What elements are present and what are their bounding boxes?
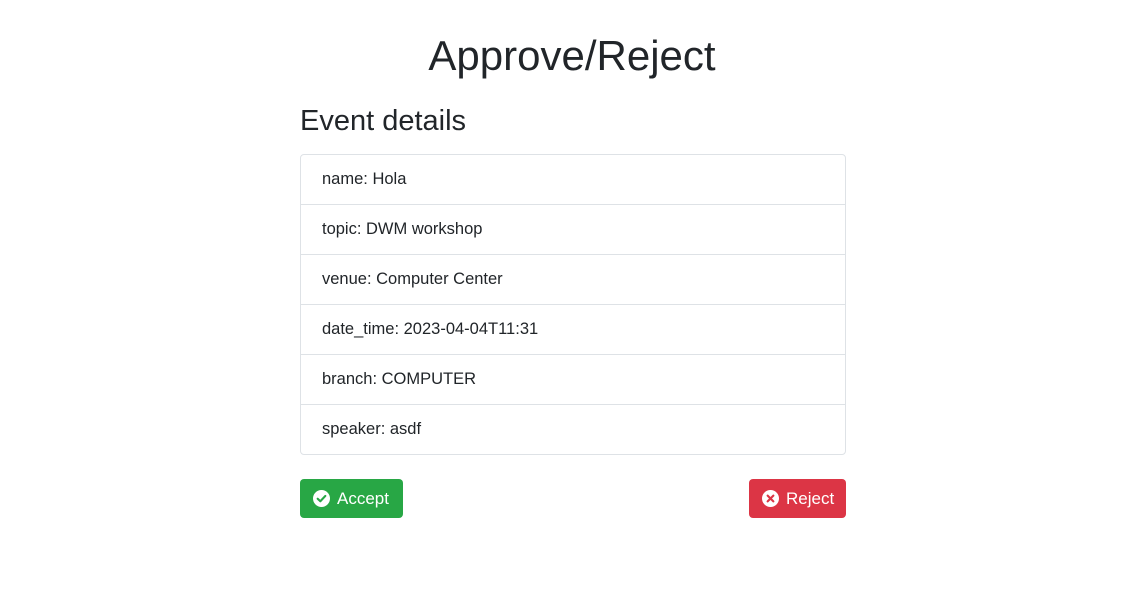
event-field-topic: topic: DWM workshop (301, 205, 845, 255)
reject-button[interactable]: Reject (749, 479, 846, 518)
event-details-list: name: Hola topic: DWM workshop venue: Co… (300, 154, 846, 455)
x-circle-icon (762, 490, 779, 507)
event-field-name: name: Hola (301, 155, 845, 205)
check-circle-icon (313, 490, 330, 507)
accept-button[interactable]: Accept (300, 479, 403, 518)
event-details-heading: Event details (300, 105, 467, 137)
event-details-section: Event details name: Hola topic: DWM work… (300, 102, 846, 518)
event-field-speaker: speaker: asdf (322, 420, 422, 438)
page-title: Approve/Reject (428, 32, 716, 79)
accept-button-label: Accept (337, 488, 389, 508)
page: Approve/Reject Event details name: Hola … (0, 0, 1136, 598)
action-bar: Accept Reject (300, 479, 846, 518)
event-field-venue: venue: Computer Center (301, 255, 845, 305)
event-field-branch: branch: COMPUTER (301, 355, 845, 405)
reject-button-label: Reject (786, 488, 835, 508)
event-field-date-time: date_time: 2023-04-04T11:31 (301, 305, 845, 355)
